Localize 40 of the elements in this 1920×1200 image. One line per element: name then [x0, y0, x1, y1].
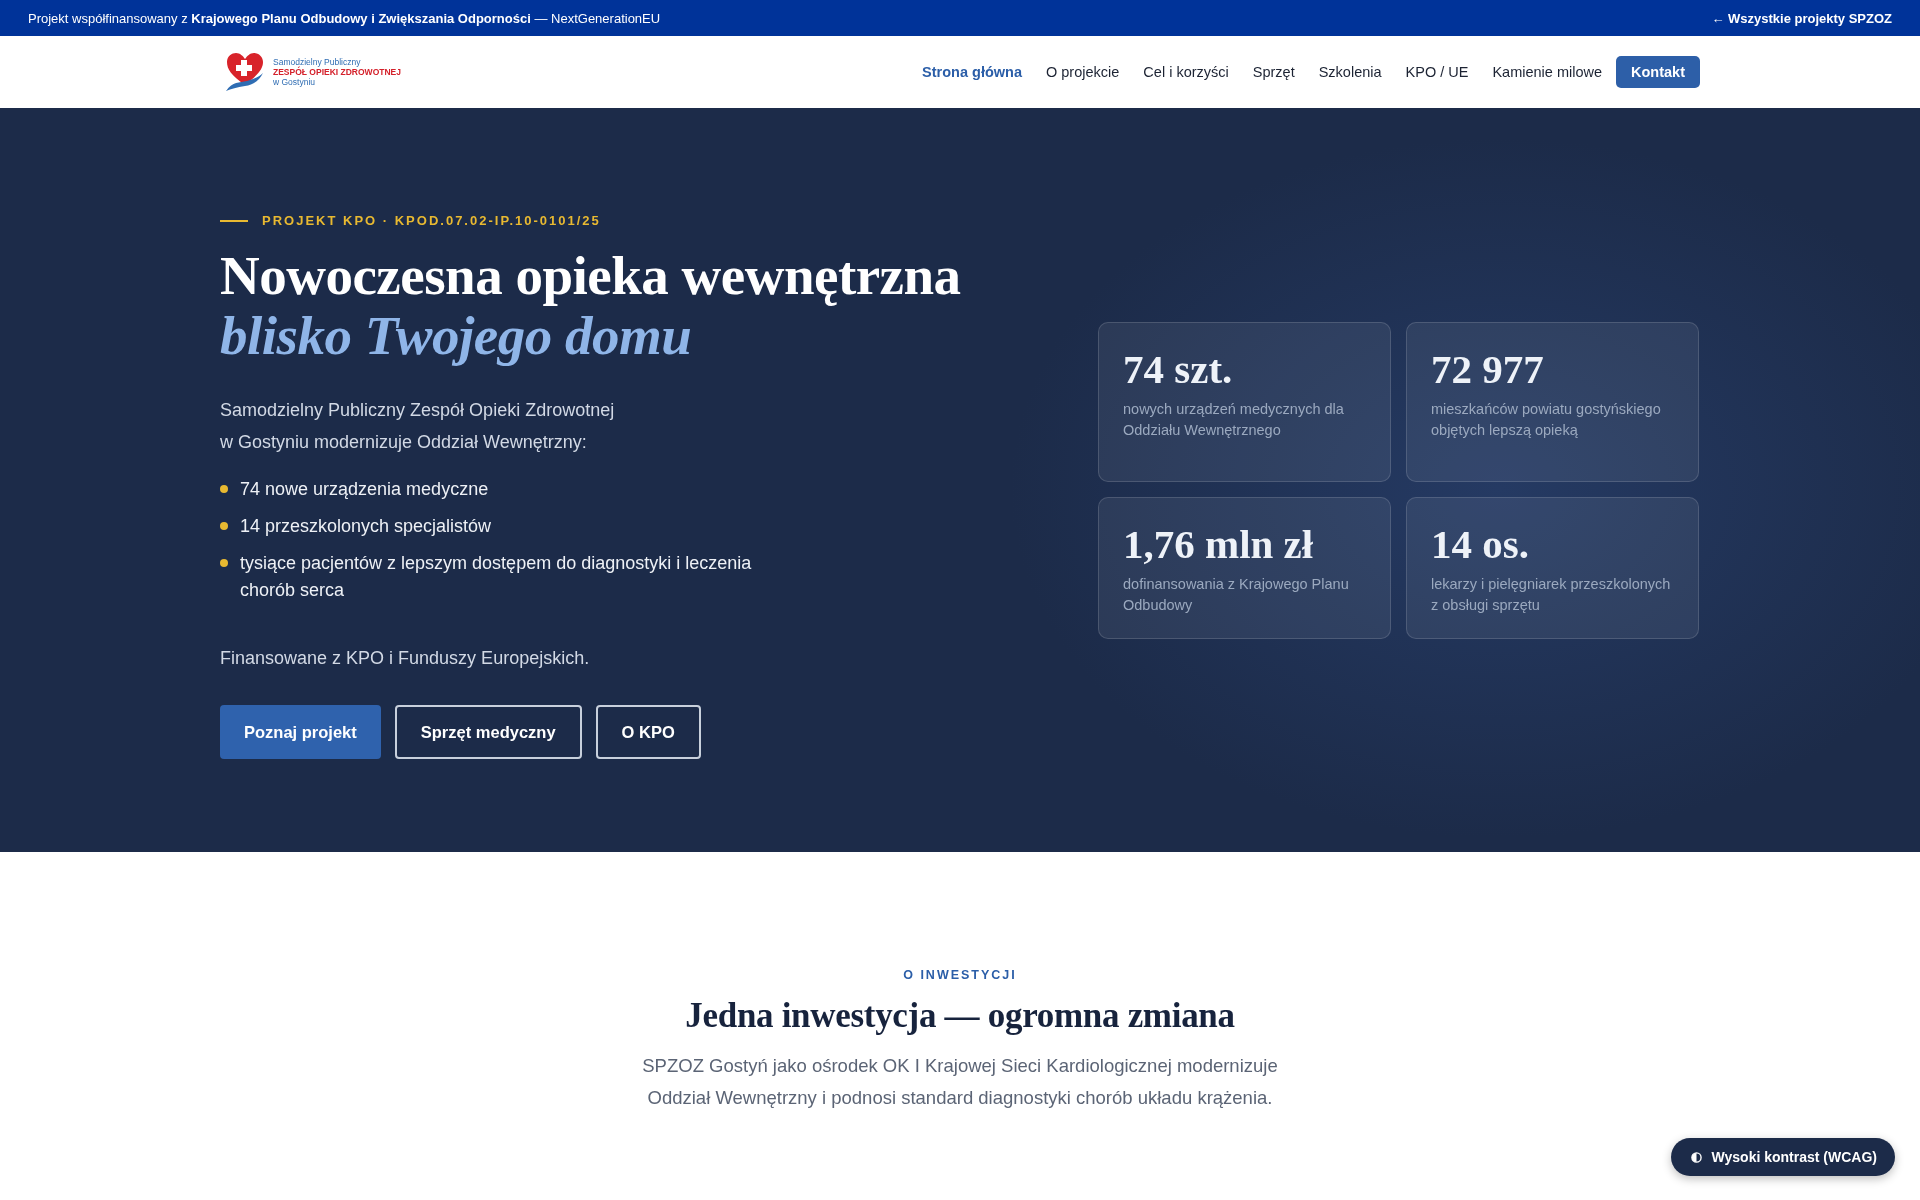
- logo-text: Samodzielny Publiczny: [273, 57, 362, 67]
- stat-value: 1,76 mln zł: [1123, 519, 1315, 568]
- bullet-text: 74 nowe urządzenia medyczne: [240, 478, 489, 501]
- funding-notice: Projekt współfinansowany z Krajowego Planu Odbudowy i Zwiększania Odporności — NextGenerationEU: [28, 10, 661, 26]
- hero-button[interactable]: O KPO: [595, 705, 701, 759]
- funding-note: Finansowane z KPO i Funduszy Europejskich.: [220, 648, 591, 669]
- heart-logo-icon: [225, 51, 265, 93]
- nav-link[interactable]: Cel i korzyści: [1143, 64, 1229, 80]
- stat-label: dofinansowania z Krajowego Planu Odbudowy: [1123, 574, 1350, 615]
- logo-text: w Gostyniu: [273, 77, 317, 87]
- hero-button[interactable]: Sprzęt medyczny: [394, 705, 582, 759]
- nav-link[interactable]: O projekcie: [1046, 64, 1120, 80]
- bullet-text: 14 przeszkolonych specjalistów: [240, 515, 492, 538]
- stat-label: lekarzy i pielęgniarek przeszkolonych z obsługi sprzętu: [1431, 574, 1672, 615]
- logo-text: ZESPÓŁ OPIEKI ZDROWOTNEJ: [273, 67, 401, 77]
- all-projects-link[interactable]: ← Wszystkie projekty SPZOZ: [1711, 10, 1892, 26]
- section-label: O INWESTYCJI: [903, 968, 1017, 982]
- stat-value: 14 os.: [1431, 519, 1530, 568]
- bullet-icon: [220, 522, 228, 530]
- contrast-toggle-button[interactable]: Wysoki kontrast (WCAG): [1670, 1138, 1895, 1176]
- stat-label: mieszkańców powiatu gostyńskiego objętych lepszą opieką: [1431, 399, 1662, 440]
- stat-value: 72 977: [1431, 344, 1545, 393]
- hero-button[interactable]: Poznaj projekt: [220, 705, 381, 759]
- nav-link[interactable]: Strona główna: [922, 64, 1022, 80]
- section-description: SPZOZ Gostyń jako ośrodek OK I Krajowej Sieci Kardiologicznej modernizuje Oddział Wewnętrzny i podnosi standard diagnostyki chorób układu krążenia.: [641, 1054, 1279, 1110]
- stat-label: nowych urządzeń medycznych dla Oddziału Wewnętrznego: [1123, 399, 1345, 440]
- nav-link[interactable]: Kamienie milowe: [1492, 64, 1602, 80]
- project-code-label: PROJEKT KPO · KPOD.07.02-IP.10-0101/25: [262, 213, 601, 228]
- bullet-icon: [220, 559, 228, 567]
- nav-link[interactable]: KPO / UE: [1405, 64, 1469, 80]
- intro-text: Samodzielny Publiczny Zespół Opieki Zdrowotnej w Gostyniu modernizuje Oddział Wewnętrzny:: [220, 399, 616, 454]
- nav-link[interactable]: Szkolenia: [1318, 64, 1382, 80]
- section-heading: Jedna inwestycja — ogromna zmiana: [685, 996, 1235, 1036]
- contact-button[interactable]: Kontakt: [1616, 56, 1700, 88]
- hero-heading: Nowoczesna opieka wewnętrzna blisko Twojego domu: [220, 246, 962, 366]
- stat-value: 74 szt.: [1123, 344, 1234, 393]
- bullet-icon: [220, 485, 228, 493]
- bullet-text: tysiące pacjentów z lepszym dostępem do diagnostyki i leczenia chorób serca: [240, 552, 753, 602]
- nav-link[interactable]: Sprzęt: [1252, 64, 1295, 80]
- contrast-icon: [1690, 1151, 1702, 1163]
